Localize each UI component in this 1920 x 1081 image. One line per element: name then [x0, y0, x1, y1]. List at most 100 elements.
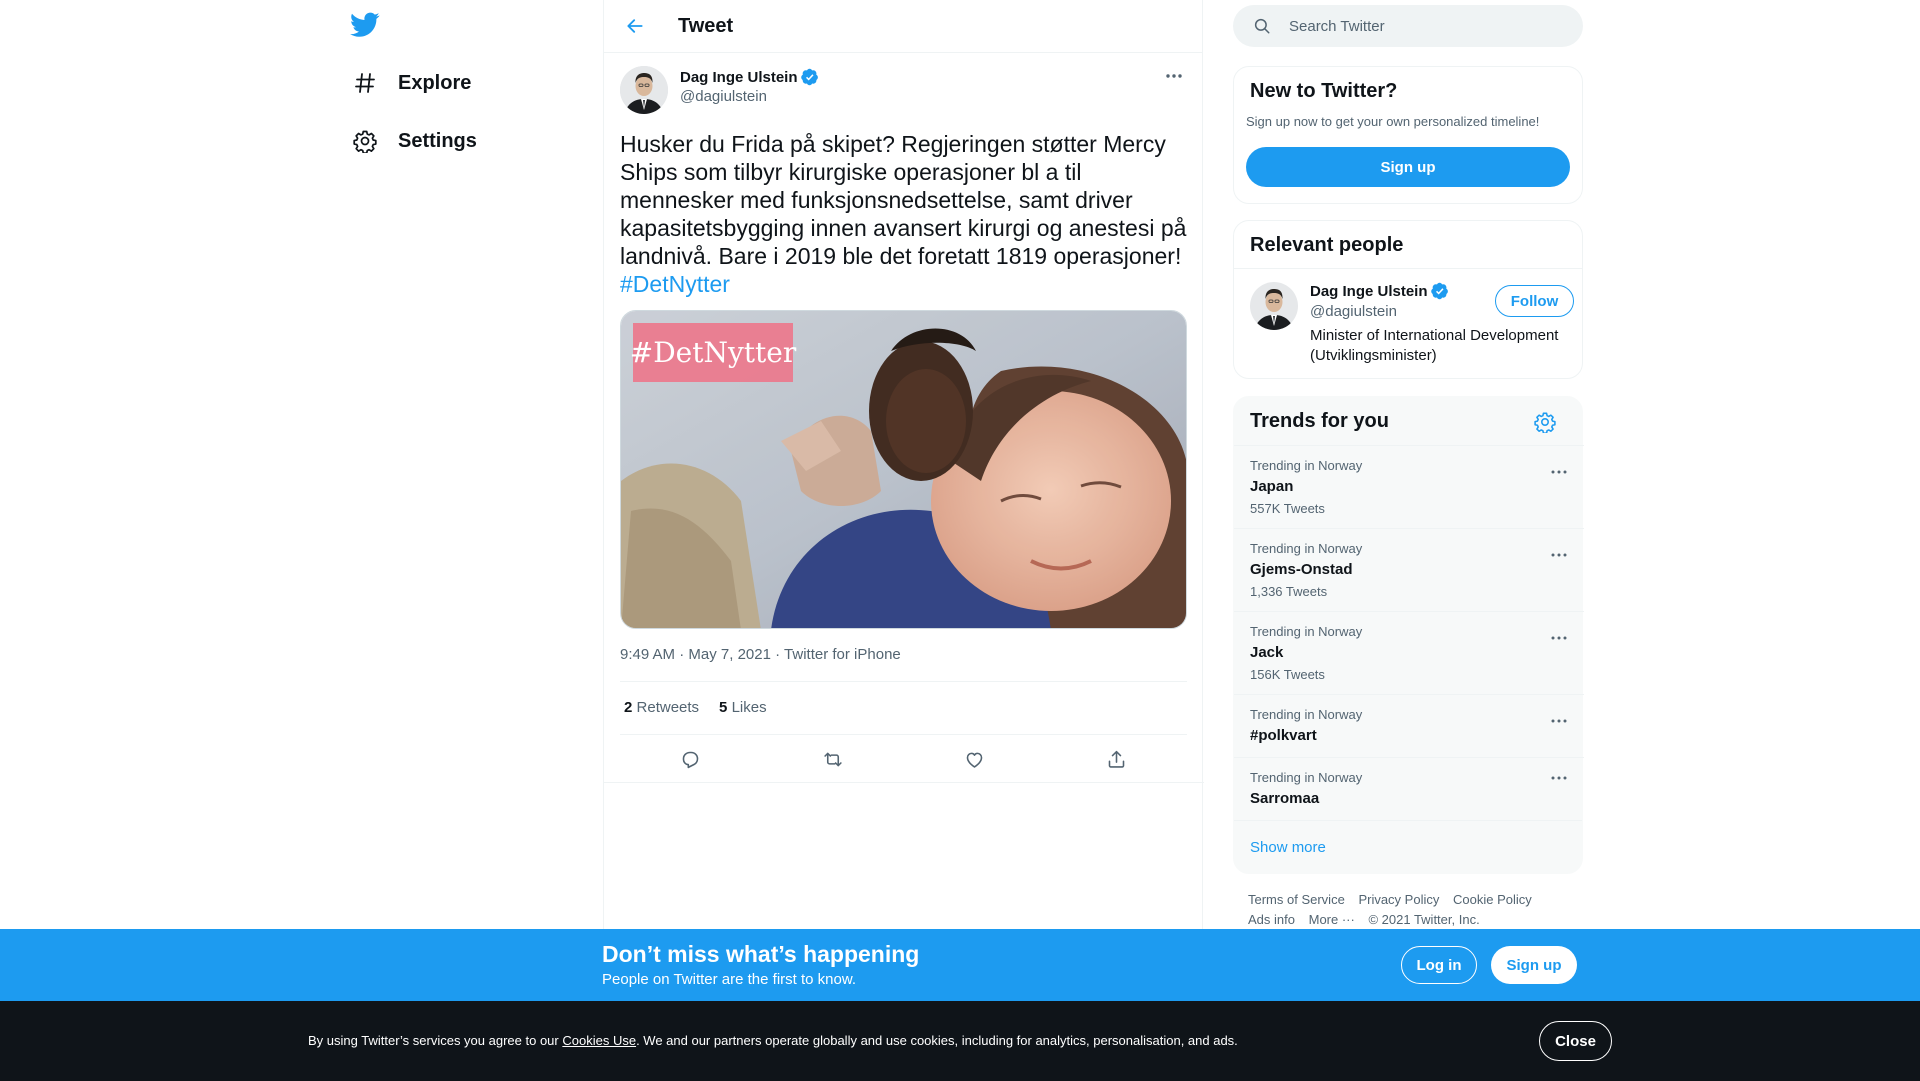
sidebar-signup-button[interactable]: Sign up — [1246, 147, 1570, 187]
tweet-metadata: 9:49 AM · May 7, 2021 · Twitter for iPho… — [620, 646, 901, 663]
trend-name: Jack — [1250, 644, 1284, 661]
tweet-more-button[interactable] — [1162, 66, 1186, 86]
trends-title: Trends for you — [1250, 410, 1389, 432]
gear-icon — [350, 126, 380, 156]
retweets-label: Retweets — [636, 699, 700, 716]
arrow-left-icon — [627, 19, 643, 33]
page-header: Tweet — [604, 0, 1202, 53]
tweet-body: Husker du Frida på skipet? Regjeringen s… — [620, 131, 1187, 269]
tweet-stats: 2 Retweets 5 Likes — [624, 699, 787, 716]
hashtag-link[interactable]: #DetNytter — [620, 271, 730, 297]
main-column: Tweet Dag Inge Ulstein @dagiulstein Husk… — [603, 0, 1204, 930]
retweet-icon — [823, 752, 842, 766]
search-icon — [1254, 18, 1270, 34]
footer-copyright: © 2021 Twitter, Inc. — [1368, 912, 1480, 927]
nav-item-label: Settings — [398, 129, 477, 152]
verified-badge-icon — [800, 68, 818, 86]
likes-count: 5 — [719, 699, 728, 716]
share-icon — [1108, 750, 1124, 768]
divider — [1234, 268, 1582, 269]
back-button[interactable] — [618, 9, 652, 43]
trend-more-button[interactable] — [1548, 464, 1570, 480]
trend-location: Trending in Norway — [1250, 458, 1363, 473]
signup-banner: Don’t miss what’s happening People on Tw… — [0, 929, 1920, 1001]
relevant-person-name[interactable]: Dag Inge Ulstein — [1310, 283, 1428, 300]
author-handle[interactable]: @dagiulstein — [680, 88, 819, 105]
more-dots-icon — [1551, 776, 1567, 780]
trend-name: #polkvart — [1250, 727, 1317, 744]
twitter-logo-icon[interactable] — [350, 12, 380, 40]
retweets-count: 2 — [624, 699, 633, 716]
likes-stat[interactable]: 5 Likes — [719, 699, 767, 716]
trend-item[interactable]: Trending in Norway Sarromaa — [1234, 757, 1584, 820]
cookie-banner: By using Twitter’s services you agree to… — [0, 1001, 1920, 1081]
show-more-link[interactable]: Show more — [1250, 839, 1326, 856]
retweet-button[interactable] — [816, 744, 850, 774]
relevant-person-handle[interactable]: @dagiulstein — [1310, 303, 1397, 320]
footer-link-privacy[interactable]: Privacy Policy — [1358, 892, 1439, 907]
author-name-row: Dag Inge Ulstein — [680, 68, 819, 86]
search-input[interactable] — [1289, 17, 1549, 35]
avatar[interactable] — [620, 66, 668, 114]
footer-link-cookie[interactable]: Cookie Policy — [1453, 892, 1532, 907]
trend-more-button[interactable] — [1548, 630, 1570, 646]
trend-more-button[interactable] — [1548, 713, 1570, 729]
close-cookie-button[interactable]: Close — [1539, 1021, 1612, 1061]
like-button[interactable] — [957, 744, 991, 774]
relevant-people-title: Relevant people — [1250, 234, 1404, 256]
follow-button[interactable]: Follow — [1495, 285, 1574, 317]
login-button[interactable]: Log in — [1401, 946, 1477, 984]
tweet-photo[interactable]: #DetNytter — [620, 310, 1187, 629]
tweet-actions — [620, 744, 1187, 774]
relevant-person-bio: Minister of International Development (U… — [1310, 327, 1559, 364]
trend-location: Trending in Norway — [1250, 770, 1363, 785]
footer-link-terms[interactable]: Terms of Service — [1248, 892, 1345, 907]
trend-location: Trending in Norway — [1250, 707, 1363, 722]
author-names: Dag Inge Ulstein @dagiulstein — [680, 68, 819, 114]
page-title: Tweet — [678, 14, 734, 37]
footer-links: Terms of Service Privacy Policy Cookie P… — [1248, 890, 1578, 930]
media-hashtag-overlay: #DetNytter — [630, 323, 796, 382]
banner-title: Don’t miss what’s happening — [602, 941, 920, 967]
divider — [620, 681, 1187, 682]
trends-settings-button[interactable] — [1534, 411, 1556, 433]
trend-more-button[interactable] — [1548, 770, 1570, 786]
meta-separator: · — [679, 646, 685, 663]
banner-signup-button[interactable]: Sign up — [1491, 946, 1577, 984]
divider — [604, 782, 1204, 783]
trend-name: Gjems-Onstad — [1250, 561, 1353, 578]
reply-icon — [683, 751, 699, 768]
retweets-stat[interactable]: 2 Retweets — [624, 699, 699, 716]
trend-name: Sarromaa — [1250, 790, 1320, 807]
author-name[interactable]: Dag Inge Ulstein — [680, 69, 798, 86]
verified-badge-icon — [1430, 282, 1448, 300]
trend-item[interactable]: Trending in Norway Jack 156K Tweets — [1234, 611, 1584, 694]
footer-link-ads[interactable]: Ads info — [1248, 912, 1295, 927]
relevant-people-card: Relevant people Dag Inge Ulstein @dagiul… — [1233, 220, 1583, 379]
nav-item-explore[interactable]: Explore — [350, 63, 471, 103]
hashtag-icon — [350, 68, 380, 98]
trend-item[interactable]: Trending in Norway Gjems-Onstad 1,336 Tw… — [1234, 528, 1584, 611]
trend-item[interactable]: Trending in Norway #polkvart — [1234, 694, 1584, 757]
trend-more-button[interactable] — [1548, 547, 1570, 563]
nav-item-settings[interactable]: Settings — [350, 121, 477, 161]
more-dots-icon — [1551, 719, 1567, 723]
trend-location: Trending in Norway — [1250, 624, 1363, 639]
signup-card: New to Twitter? Sign up now to get your … — [1233, 66, 1583, 204]
trend-item[interactable]: Trending in Norway Japan 557K Tweets — [1234, 445, 1584, 528]
tweet-date[interactable]: May 7, 2021 — [688, 646, 771, 663]
more-dots-icon — [1166, 74, 1182, 78]
search-box[interactable] — [1233, 5, 1583, 47]
trend-name: Japan — [1250, 478, 1294, 495]
cookies-use-link[interactable]: Cookies Use — [562, 1033, 636, 1048]
cookie-text: By using Twitter’s services you agree to… — [308, 1033, 1238, 1048]
tweet-time[interactable]: 9:49 AM — [620, 646, 675, 663]
reply-button[interactable] — [674, 744, 708, 774]
avatar[interactable] — [1250, 282, 1298, 330]
trend-count: 557K Tweets — [1250, 501, 1325, 516]
footer-link-more[interactable]: More ··· — [1309, 912, 1355, 927]
heart-icon — [966, 752, 983, 768]
more-dots-icon — [1551, 553, 1567, 557]
share-button[interactable] — [1099, 744, 1133, 774]
tweet-source[interactable]: Twitter for iPhone — [784, 646, 901, 663]
